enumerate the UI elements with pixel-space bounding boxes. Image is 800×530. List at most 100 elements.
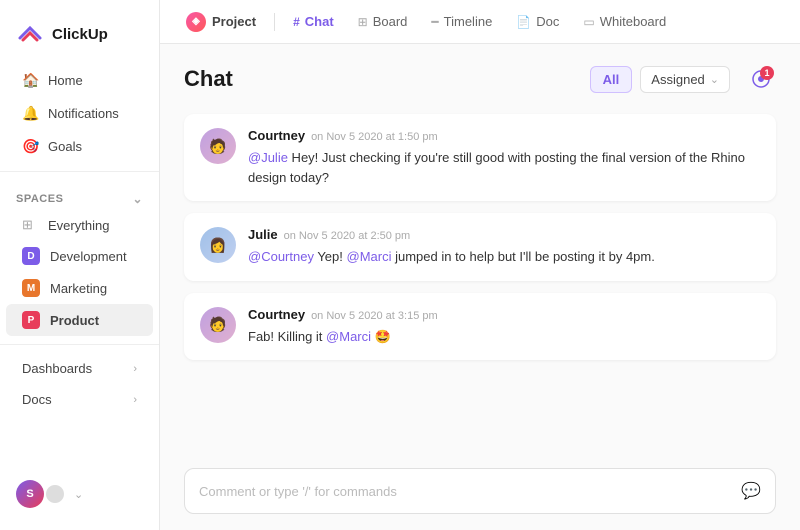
timeline-icon: ━ bbox=[431, 15, 438, 29]
product-dot: P bbox=[22, 311, 40, 329]
message-emoji: 🤩 bbox=[371, 329, 391, 344]
message-author: Courtney bbox=[248, 128, 305, 143]
messages-area: 🧑 Courtney on Nov 5 2020 at 1:50 pm @Jul… bbox=[160, 106, 800, 456]
everything-label: Everything bbox=[48, 218, 109, 233]
tab-board-label: Board bbox=[373, 14, 408, 29]
avatar: 🧑 bbox=[200, 307, 236, 343]
docs-label: Docs bbox=[22, 392, 52, 407]
sidebar-item-everything[interactable]: ⊞ Everything bbox=[6, 210, 153, 240]
tab-whiteboard-label: Whiteboard bbox=[600, 14, 666, 29]
message-header: Julie on Nov 5 2020 at 2:50 pm bbox=[248, 227, 760, 242]
marketing-label: Marketing bbox=[50, 281, 107, 296]
tab-timeline-label: Timeline bbox=[444, 14, 493, 29]
message-author: Courtney bbox=[248, 307, 305, 322]
sidebar-home-label: Home bbox=[48, 73, 83, 88]
message-content-mid: Yep! bbox=[314, 249, 347, 264]
chat-header: Chat All Assigned ⌄ 1 bbox=[160, 44, 800, 106]
user-avatar[interactable]: S bbox=[16, 480, 44, 508]
sidebar-item-product[interactable]: P Product bbox=[6, 304, 153, 336]
sidebar-bottom: S ⌄ bbox=[0, 470, 159, 518]
table-row: 🧑 Courtney on Nov 5 2020 at 1:50 pm @Jul… bbox=[184, 114, 776, 201]
top-nav: ◈ Project # Chat ⊞ Board ━ Timeline 📄 Do… bbox=[160, 0, 800, 44]
message-content-1: Hey! Just checking if you're still good … bbox=[248, 150, 745, 185]
message-content-after: jumped in to help but I'll be posting it… bbox=[391, 249, 654, 264]
message-text: @Julie Hey! Just checking if you're stil… bbox=[248, 148, 760, 187]
divider-2 bbox=[0, 344, 159, 345]
project-label: Project bbox=[212, 14, 256, 29]
chevron-right-icon: › bbox=[133, 363, 137, 375]
sidebar-item-development[interactable]: D Development bbox=[6, 240, 153, 272]
sidebar-item-marketing[interactable]: M Marketing bbox=[6, 272, 153, 304]
logo-text: ClickUp bbox=[52, 26, 108, 43]
tab-doc[interactable]: 📄 Doc bbox=[506, 8, 569, 35]
notification-bell-button[interactable]: 1 bbox=[746, 64, 776, 94]
message-body: Courtney on Nov 5 2020 at 1:50 pm @Julie… bbox=[248, 128, 760, 187]
filter-all-button[interactable]: All bbox=[590, 66, 633, 93]
sidebar: ClickUp 🏠 Home 🔔 Notifications 🎯 Goals S… bbox=[0, 0, 160, 530]
filter-assigned-button[interactable]: Assigned ⌄ bbox=[640, 66, 730, 93]
goals-icon: 🎯 bbox=[22, 138, 38, 155]
message-author: Julie bbox=[248, 227, 278, 242]
main-panel: ◈ Project # Chat ⊞ Board ━ Timeline 📄 Do… bbox=[160, 0, 800, 530]
sidebar-notifications-label: Notifications bbox=[48, 106, 119, 121]
clickup-logo-icon bbox=[16, 20, 44, 48]
project-tab[interactable]: ◈ Project bbox=[176, 6, 266, 38]
message-body: Courtney on Nov 5 2020 at 3:15 pm Fab! K… bbox=[248, 307, 760, 347]
whiteboard-icon: ▭ bbox=[583, 15, 594, 29]
avatar: 🧑 bbox=[200, 128, 236, 164]
divider-1 bbox=[0, 171, 159, 172]
comment-placeholder-text: Comment or type '/' for commands bbox=[199, 484, 731, 499]
chevron-down-icon: ⌄ bbox=[710, 73, 719, 86]
page-content: Chat All Assigned ⌄ 1 🧑 bbox=[160, 44, 800, 530]
table-row: 👩 Julie on Nov 5 2020 at 2:50 pm @Courtn… bbox=[184, 213, 776, 281]
marketing-dot: M bbox=[22, 279, 40, 297]
secondary-avatar bbox=[46, 485, 64, 503]
page-title: Chat bbox=[184, 66, 574, 92]
sidebar-goals-label: Goals bbox=[48, 139, 82, 154]
message-text: @Courtney Yep! @Marci jumped in to help … bbox=[248, 247, 760, 267]
message-time: on Nov 5 2020 at 1:50 pm bbox=[311, 131, 438, 143]
mention-courtney: @Courtney bbox=[248, 249, 314, 264]
tab-doc-label: Doc bbox=[536, 14, 559, 29]
assigned-label: Assigned bbox=[651, 72, 704, 87]
project-icon: ◈ bbox=[186, 12, 206, 32]
tab-whiteboard[interactable]: ▭ Whiteboard bbox=[573, 8, 676, 35]
development-label: Development bbox=[50, 249, 127, 264]
sidebar-item-goals[interactable]: 🎯 Goals bbox=[6, 130, 153, 163]
product-label: Product bbox=[50, 313, 99, 328]
sidebar-item-home[interactable]: 🏠 Home bbox=[6, 64, 153, 97]
mention-marci-3: @Marci bbox=[326, 329, 371, 344]
sidebar-item-dashboards[interactable]: Dashboards › bbox=[6, 353, 153, 384]
message-time: on Nov 5 2020 at 3:15 pm bbox=[311, 310, 438, 322]
table-row: 🧑 Courtney on Nov 5 2020 at 3:15 pm Fab!… bbox=[184, 293, 776, 361]
sidebar-item-docs[interactable]: Docs › bbox=[6, 384, 153, 415]
tab-chat[interactable]: # Chat bbox=[283, 8, 344, 35]
message-content-before: Fab! Killing it bbox=[248, 329, 326, 344]
board-icon: ⊞ bbox=[358, 15, 368, 29]
notification-badge: 1 bbox=[760, 66, 774, 80]
comment-input-box[interactable]: Comment or type '/' for commands 💬 bbox=[184, 468, 776, 514]
sidebar-item-notifications[interactable]: 🔔 Notifications bbox=[6, 97, 153, 130]
mention-marci: @Marci bbox=[347, 249, 392, 264]
logo-area: ClickUp bbox=[0, 12, 159, 64]
avatar: 👩 bbox=[200, 227, 236, 263]
chevron-down-small-icon: ⌄ bbox=[74, 488, 83, 501]
chevron-right-icon: › bbox=[133, 394, 137, 406]
development-dot: D bbox=[22, 247, 40, 265]
message-text: Fab! Killing it @Marci 🤩 bbox=[248, 327, 760, 347]
tab-timeline[interactable]: ━ Timeline bbox=[421, 8, 502, 35]
message-time: on Nov 5 2020 at 2:50 pm bbox=[284, 230, 411, 242]
filter-area: All Assigned ⌄ bbox=[590, 66, 730, 93]
chevron-down-icon: ⌄ bbox=[132, 192, 143, 206]
tab-board[interactable]: ⊞ Board bbox=[348, 8, 418, 35]
tab-chat-label: Chat bbox=[305, 14, 334, 29]
spaces-section-label: Spaces ⌄ bbox=[0, 180, 159, 210]
dashboards-label: Dashboards bbox=[22, 361, 92, 376]
message-header: Courtney on Nov 5 2020 at 3:15 pm bbox=[248, 307, 760, 322]
comment-area: Comment or type '/' for commands 💬 bbox=[160, 456, 800, 530]
bell-icon: 🔔 bbox=[22, 105, 38, 122]
grid-icon: ⊞ bbox=[22, 217, 38, 233]
send-icon[interactable]: 💬 bbox=[741, 481, 761, 501]
message-header: Courtney on Nov 5 2020 at 1:50 pm bbox=[248, 128, 760, 143]
home-icon: 🏠 bbox=[22, 72, 38, 89]
